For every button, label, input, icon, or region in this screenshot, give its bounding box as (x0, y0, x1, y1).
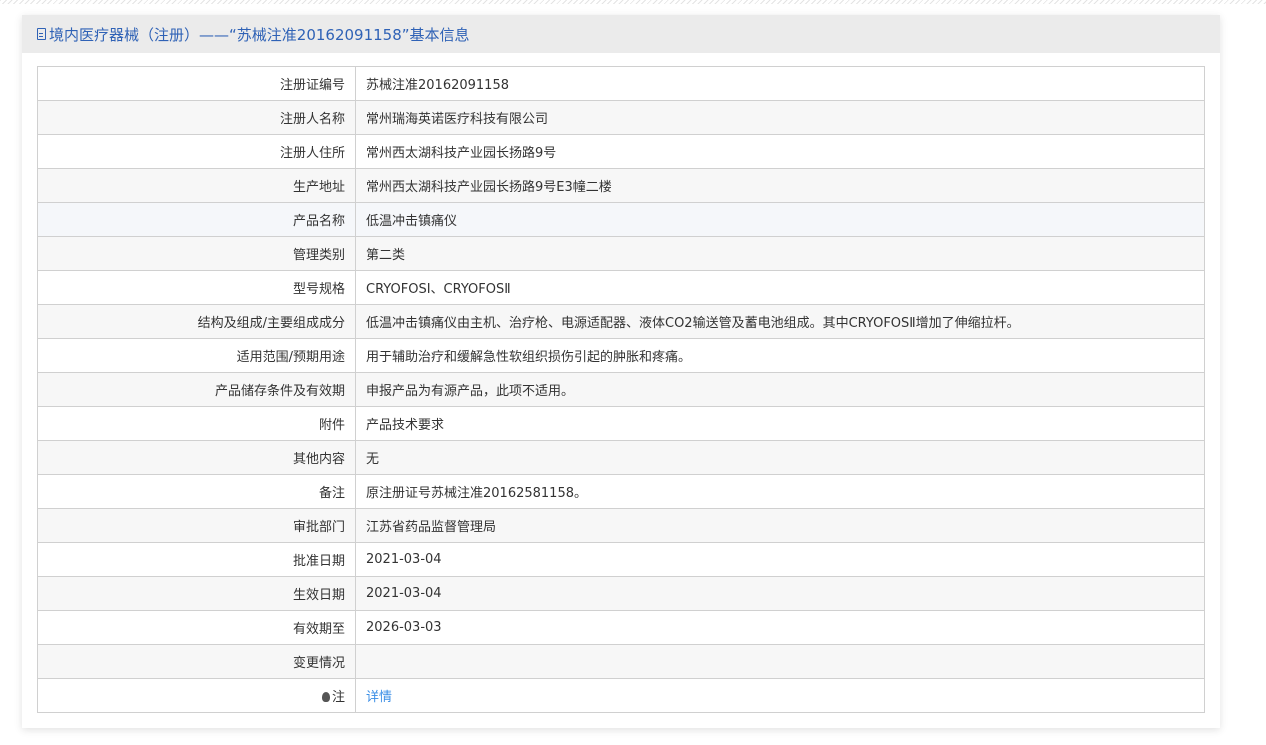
row-value: 产品技术要求 (355, 406, 1205, 441)
row-label: 有效期至 (37, 610, 356, 645)
row-label: 管理类别 (37, 236, 356, 271)
table-row: 生效日期 2021-03-04 (37, 576, 1205, 611)
row-label: 注册证编号 (37, 66, 356, 101)
row-value: 第二类 (355, 236, 1205, 271)
row-value: 2021-03-04 (355, 576, 1205, 611)
row-label: 适用范围/预期用途 (37, 338, 356, 373)
table-row: 注册证编号 苏械注准20162091158 (37, 66, 1205, 101)
row-value: 2026-03-03 (355, 610, 1205, 645)
details-link[interactable]: 详情 (366, 690, 392, 705)
row-value: 用于辅助治疗和缓解急性软组织损伤引起的肿胀和疼痛。 (355, 338, 1205, 373)
table-row: 备注 原注册证号苏械注准20162581158。 (37, 474, 1205, 509)
row-label: 结构及组成/主要组成成分 (37, 304, 356, 339)
row-label: 审批部门 (37, 508, 356, 543)
table-row: 审批部门 江苏省药品监督管理局 (37, 508, 1205, 543)
row-label: 备注 (37, 474, 356, 509)
note-label: 注 (331, 690, 345, 705)
top-divider (0, 0, 1266, 4)
info-card: 境内医疗器械（注册）——“苏械注准20162091158”基本信息 注册证编号苏… (22, 15, 1220, 728)
row-value: 江苏省药品监督管理局 (355, 508, 1205, 543)
row-label: 型号规格 (37, 270, 356, 305)
row-value: 低温冲击镇痛仪 (355, 202, 1205, 237)
table-row: 型号规格 CRYOFOSⅠ、CRYOFOSⅡ (37, 270, 1205, 305)
row-value (355, 644, 1205, 679)
row-value: 苏械注准20162091158 (355, 66, 1205, 101)
row-label: 批准日期 (37, 542, 356, 577)
row-label: 产品名称 (37, 202, 356, 237)
row-value: 详情 (355, 678, 1205, 713)
table-row: 产品名称 低温冲击镇痛仪 (37, 202, 1205, 237)
row-label: 变更情况 (37, 644, 356, 679)
table-row: 批准日期 2021-03-04 (37, 542, 1205, 577)
row-label: 注册人住所 (37, 134, 356, 169)
row-value: 申报产品为有源产品，此项不适用。 (355, 372, 1205, 407)
row-value: 常州瑞海英诺医疗科技有限公司 (355, 100, 1205, 135)
row-label: 产品储存条件及有效期 (37, 372, 356, 407)
table-row: 注册人名称 常州瑞海英诺医疗科技有限公司 (37, 100, 1205, 135)
table-row: 注册人住所 常州西太湖科技产业园长扬路9号 (37, 134, 1205, 169)
info-table: 注册证编号 苏械注准20162091158 注册人名称 常州瑞海英诺医疗科技有限公司注… (37, 66, 1205, 713)
table-row: 产品储存条件及有效期 申报产品为有源产品，此项不适用。 (37, 372, 1205, 407)
page-title: 境内医疗器械（注册）——“苏械注准20162091158”基本信息 (49, 25, 470, 44)
row-label: 其他内容 (37, 440, 356, 475)
note-row: 注 详情 (37, 678, 1205, 713)
table-row: 变更情况 (37, 644, 1205, 679)
table-row: 其他内容无 (37, 440, 1205, 475)
row-label: 生效日期 (37, 576, 356, 611)
row-label: 注册人名称 (37, 100, 356, 135)
row-value: 常州西太湖科技产业园长扬路9号E3幢二楼 (355, 168, 1205, 203)
row-value: CRYOFOSⅠ、CRYOFOSⅡ (355, 270, 1205, 305)
row-value: 低温冲击镇痛仪由主机、治疗枪、电源适配器、液体CO2输送管及蓄电池组成。其中CR… (355, 304, 1205, 339)
row-value: 2021-03-04 (355, 542, 1205, 577)
table-row: 适用范围/预期用途 用于辅助治疗和缓解急性软组织损伤引起的肿胀和疼痛。 (37, 338, 1205, 373)
row-label: 注 (37, 678, 356, 713)
row-value: 原注册证号苏械注准20162581158。 (355, 474, 1205, 509)
table-row: 有效期至 2026-03-03 (37, 610, 1205, 645)
row-value: 无 (355, 440, 1205, 475)
table-row: 结构及组成/主要组成成分 低温冲击镇痛仪由主机、治疗枪、电源适配器、液体CO2输送… (37, 304, 1205, 339)
row-label: 附件 (37, 406, 356, 441)
card-header: 境内医疗器械（注册）——“苏械注准20162091158”基本信息 (22, 15, 1220, 53)
row-value: 常州西太湖科技产业园长扬路9号 (355, 134, 1205, 169)
lightbulb-icon (321, 692, 330, 702)
row-label: 生产地址 (37, 168, 356, 203)
table-row: 管理类别 第二类 (37, 236, 1205, 271)
document-icon (37, 28, 46, 40)
table-row: 附件 产品技术要求 (37, 406, 1205, 441)
table-row: 生产地址 常州西太湖科技产业园长扬路9号E3幢二楼 (37, 168, 1205, 203)
